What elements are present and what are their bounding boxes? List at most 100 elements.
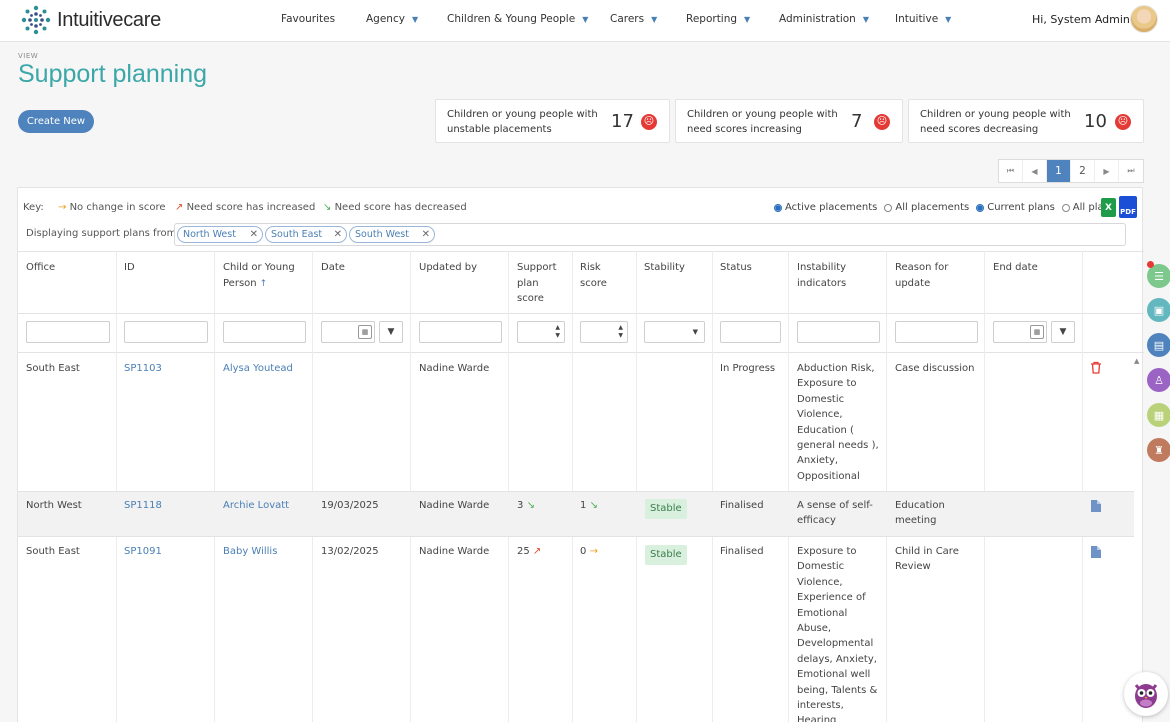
end-date-filter-button[interactable]: ▼ [1051,321,1075,343]
spinner-arrows-icon[interactable]: ▲ ▼ [555,324,560,340]
column-header-end-date[interactable]: End date [993,260,1038,276]
column-header-date[interactable]: Date [321,260,345,276]
risk-score-filter-field[interactable]: ▲ ▼ [580,321,628,343]
pdf-doc-icon[interactable] [1090,545,1102,559]
radio-current-plans[interactable]: Current plans [976,202,1055,213]
nav-label: Favourites [281,13,336,25]
create-new-button[interactable]: Create New [18,110,94,133]
cell-id-link[interactable]: SP1118 [124,498,162,513]
end-date-filter-field[interactable]: ▦ [993,321,1047,343]
calendar-icon[interactable]: ▦ [358,325,372,339]
reason-line: Review [895,561,931,573]
column-header-stability[interactable]: Stability [644,260,685,276]
spinner-arrows-icon[interactable]: ▲ ▼ [618,324,623,340]
next-page-button[interactable]: ▶ [1095,160,1119,182]
nav-children-young-people[interactable]: Children & Young People ▼ [447,13,588,25]
date-filter-button[interactable]: ▼ [379,321,403,343]
nav-carers[interactable]: Carers ▼ [610,13,657,25]
column-header-risk-score[interactable]: Risk score [580,260,607,291]
column-divider [572,251,573,722]
cell-office: South East [26,546,80,557]
cell-id-link[interactable]: SP1103 [124,361,162,376]
nav-administration[interactable]: Administration ▼ [779,13,869,25]
owl-assistant-icon[interactable] [1124,672,1168,716]
user-greeting[interactable]: Hi, System Admin [1032,13,1130,26]
nav-intuitive[interactable]: Intuitive ▼ [895,13,951,25]
column-header-reason-for-update[interactable]: Reason for update [895,260,948,291]
arrow-right-icon: → [58,202,67,213]
updated-by-filter-field[interactable] [419,321,502,343]
cell-id-link[interactable]: SP1091 [124,544,162,559]
indicator-line: A sense of self- [797,500,873,511]
column-header-child[interactable]: Child or Young Person ↑ [223,260,295,292]
calendar-icon[interactable]: ▦ [1147,403,1170,427]
date-filter-field[interactable]: ▦ [321,321,375,343]
cell-child-link[interactable]: Baby Willis [223,544,277,559]
stat-card-need-scores-increasing[interactable]: Children or young people with need score… [675,99,903,143]
office-filter-input[interactable]: North West ✕ South East ✕ South West ✕ [174,223,1126,246]
stamp-icon[interactable]: ♜ [1147,438,1170,462]
page-1-button[interactable]: 1 [1047,160,1071,182]
stat-card-unstable-placements[interactable]: Children or young people with unstable p… [435,99,670,143]
scroll-up-icon[interactable]: ▲ [1134,357,1139,365]
first-page-button[interactable]: ⏮ [999,160,1023,182]
remove-chip-icon[interactable]: ✕ [334,229,342,240]
page-2-button[interactable]: 2 [1071,160,1095,182]
radio-label: All placements [895,202,970,213]
id-filter-field[interactable] [124,321,208,343]
prev-page-button[interactable]: ◀ [1023,160,1047,182]
indicator-line: efficacy [797,515,836,527]
cell-child-link[interactable]: Archie Lovatt [223,498,289,513]
office-chip[interactable]: South West ✕ [349,226,435,243]
document-icon [1091,546,1101,558]
radio-active-placements[interactable]: Active placements [774,202,877,213]
radio-dot [1061,203,1070,212]
column-header-updated-by[interactable]: Updated by [419,260,477,276]
column-header-status[interactable]: Status [720,260,752,276]
remove-chip-icon[interactable]: ✕ [250,229,258,240]
child-filter-field[interactable] [223,321,306,343]
stat-card-need-scores-decreasing[interactable]: Children or young people with need score… [908,99,1144,143]
column-header-support-plan-score[interactable]: Support plan score [517,260,557,307]
cell-support-score: 3 ↘ [517,498,535,513]
briefcase-icon[interactable]: ▣ [1147,298,1170,322]
remove-chip-icon[interactable]: ✕ [422,229,430,240]
stability-filter-select[interactable]: ▼ [644,321,705,343]
document-icon[interactable]: ▤ [1147,333,1170,357]
office-chip[interactable]: South East ✕ [265,226,347,243]
delete-icon[interactable] [1090,361,1102,377]
nav-label: Carers [610,13,645,25]
reason-filter-field[interactable] [895,321,978,343]
avatar[interactable] [1130,5,1158,33]
office-filter-field[interactable] [26,321,110,343]
nav-favourites[interactable]: Favourites [281,13,335,25]
status-filter-field[interactable] [720,321,781,343]
pdf-doc-icon[interactable] [1090,499,1102,513]
calendar-icon[interactable]: ▦ [1030,325,1044,339]
column-divider [636,251,637,722]
nav-reporting[interactable]: Reporting ▼ [686,13,750,25]
radio-all-placements[interactable]: All placements [884,202,969,213]
instability-filter-field[interactable] [797,321,880,343]
nav-label: Reporting [686,13,738,25]
cell-status: In Progress [720,363,776,374]
person-icon[interactable]: ♙ [1147,368,1170,392]
column-divider [984,251,985,722]
excel-export-icon[interactable]: X [1101,198,1116,217]
nav-label: Children & Young People [447,13,576,25]
support-score-filter-field[interactable]: ▲ ▼ [517,321,565,343]
column-header-id[interactable]: ID [124,260,135,276]
pdf-export-icon[interactable]: PDF [1119,196,1137,218]
column-header-office[interactable]: Office [26,260,55,276]
indicator-line: interests, [797,700,844,712]
header-line: indicators [797,277,847,289]
notification-dot [1147,261,1154,268]
stat-label-line: unstable placements [447,124,552,135]
nav-agency[interactable]: Agency ▼ [366,13,418,25]
last-page-button[interactable]: ⏭ [1119,160,1143,182]
cell-child-link[interactable]: Alysa Youtead [223,361,293,376]
column-header-instability-indicators[interactable]: Instability indicators [797,260,846,291]
cell-instability-indicators: Exposure to Domestic Violence, Experienc… [797,544,883,722]
office-chip[interactable]: North West ✕ [177,226,263,243]
brand-logo[interactable]: Intuitivecare [20,4,161,36]
